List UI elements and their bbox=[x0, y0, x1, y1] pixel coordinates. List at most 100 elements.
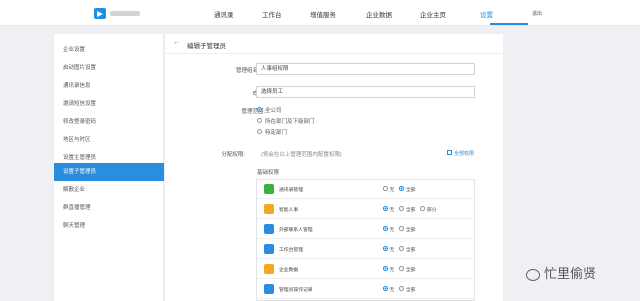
scope-label: 管理范围: bbox=[241, 109, 265, 115]
wechat-icon bbox=[526, 268, 540, 281]
permission-name: 企业数据 bbox=[279, 268, 299, 273]
permission-radio-option[interactable]: 全部 bbox=[399, 246, 416, 253]
sidebar-item-chat-management[interactable]: 聊天管理 bbox=[54, 217, 164, 235]
permissions-list: 通讯录管理无全部 智能人事无全部 部分 外部联系人管理无全部 工作台管理无全部 企业数据无… bbox=[256, 179, 475, 301]
log-icon bbox=[264, 284, 274, 294]
watermark: 忙里偷贤 bbox=[526, 263, 596, 282]
permission-radio-option[interactable]: 无 bbox=[383, 206, 395, 213]
permission-name: 智能人事 bbox=[279, 208, 299, 213]
permission-radio-option[interactable]: 全部 bbox=[399, 206, 416, 213]
nav-workbench[interactable]: 工作台 bbox=[262, 9, 282, 19]
edit-sub-admin-panel: ← 编辑子管理员 管理组名称: 人事组权限 成员: 选择员工 管理范围: 全公司… bbox=[165, 34, 503, 301]
checkbox-icon bbox=[447, 150, 452, 156]
radio-selected-icon bbox=[257, 107, 262, 113]
permission-option-label: 全部 bbox=[405, 268, 416, 273]
scope-option-own-department[interactable]: 所在部门及下级部门 bbox=[257, 117, 315, 125]
permission-radio-option[interactable]: 全部 bbox=[399, 286, 415, 293]
radio-icon bbox=[399, 226, 404, 231]
app-logo bbox=[94, 8, 106, 19]
data-icon bbox=[264, 264, 274, 274]
nav-enterprise-home[interactable]: 企业主页 bbox=[420, 9, 446, 19]
external-contacts-icon bbox=[264, 224, 274, 234]
workbench-icon bbox=[264, 244, 274, 254]
permission-row: 企业数据 无 全部 bbox=[257, 260, 474, 279]
nav-value-added[interactable]: 增值服务 bbox=[310, 9, 336, 19]
scope-option-specific-department[interactable]: 特定部门 bbox=[257, 128, 287, 136]
permission-option-label: 全部 bbox=[405, 228, 416, 233]
group-name-input[interactable]: 人事组权限 bbox=[256, 63, 475, 75]
permission-option-label: 无 bbox=[389, 268, 395, 273]
permission-radio-option[interactable]: 全部 bbox=[399, 186, 416, 193]
permission-option-label: 全部 bbox=[405, 188, 416, 193]
sidebar-item-startup-image[interactable]: 启动图片设置 bbox=[54, 59, 164, 77]
sidebar-item-enterprise-settings[interactable]: 企业设置 bbox=[54, 41, 164, 59]
permission-radio-option[interactable]: 无 bbox=[383, 226, 395, 233]
sidebar-item-region-timezone[interactable]: 地区与时区 bbox=[54, 131, 164, 149]
radio-selected-icon bbox=[399, 186, 404, 191]
radio-selected-icon bbox=[383, 266, 388, 271]
permission-name: 工作台管理 bbox=[279, 248, 303, 253]
permission-options: 无 全部 bbox=[383, 246, 420, 253]
sidebar-item-invite-sms[interactable]: 邀请短信设置 bbox=[54, 95, 164, 113]
nav-enterprise-data[interactable]: 企业数据 bbox=[366, 9, 392, 19]
sidebar-item-dissolve[interactable]: 解散企业 bbox=[54, 181, 164, 199]
sidebar-item-change-password[interactable]: 修改登录密码 bbox=[54, 113, 164, 131]
permission-option-label: 部分 bbox=[426, 208, 437, 213]
permission-options: 无 全部 bbox=[383, 286, 420, 293]
radio-selected-icon bbox=[383, 286, 388, 291]
permission-option-label: 全部 bbox=[405, 248, 416, 253]
panel-header: ← 编辑子管理员 bbox=[165, 34, 503, 54]
permission-options: 无 全部 bbox=[383, 186, 420, 193]
settings-sidebar: 企业设置 启动图片设置 通讯录信息 邀请短信设置 修改登录密码 地区与时区 设置… bbox=[54, 34, 164, 301]
radio-selected-icon bbox=[383, 206, 388, 211]
permission-row: 通讯录管理 无 全部 bbox=[257, 180, 474, 199]
permission-option-label: 全部 bbox=[405, 208, 416, 213]
members-label: 成员: bbox=[185, 89, 265, 97]
permission-radio-option[interactable]: 无 bbox=[383, 186, 395, 193]
basic-permissions-heading: 基础权限 bbox=[257, 170, 280, 176]
radio-icon bbox=[383, 186, 388, 191]
members-selector[interactable]: 选择员工 bbox=[256, 86, 475, 98]
sidebar-item-contacts-info[interactable]: 通讯录信息 bbox=[54, 77, 164, 95]
sidebar-item-sub-admin[interactable]: 设置子管理员 bbox=[54, 163, 164, 181]
radio-icon bbox=[399, 246, 404, 251]
active-tab-indicator bbox=[490, 23, 528, 25]
permission-radio-option[interactable]: 无 bbox=[383, 246, 394, 253]
radio-selected-icon bbox=[383, 246, 388, 251]
permission-row: 智能人事 无 全部 部分 bbox=[257, 200, 474, 219]
nav-settings[interactable]: 设置 bbox=[480, 9, 493, 19]
logout-link[interactable]: 退出 bbox=[532, 10, 542, 17]
organization-name-blurred bbox=[110, 11, 140, 16]
nav-contacts[interactable]: 通讯录 bbox=[214, 9, 234, 19]
permissions-hint: (将会在以上管理范围内配置权限) bbox=[261, 152, 342, 158]
permission-radio-option[interactable]: 无 bbox=[383, 286, 395, 293]
radio-icon bbox=[420, 206, 425, 211]
scope-option-company[interactable]: 全公司 bbox=[257, 106, 282, 114]
radio-icon bbox=[257, 118, 262, 124]
page-title: 编辑子管理员 bbox=[187, 43, 226, 50]
all-permissions-checkbox[interactable]: 全部权限 bbox=[447, 150, 474, 157]
top-navigation-bar: 通讯录 工作台 增值服务 企业数据 企业主页 设置 退出 bbox=[0, 0, 640, 26]
group-name-label: 管理组名称: bbox=[235, 68, 265, 74]
hr-icon bbox=[264, 204, 274, 214]
assign-permissions-label: 分配权限: bbox=[221, 152, 245, 158]
radio-icon bbox=[399, 266, 404, 271]
back-arrow-icon[interactable]: ← bbox=[173, 39, 180, 46]
permission-radio-option[interactable]: 全部 bbox=[399, 226, 416, 233]
radio-selected-icon bbox=[383, 226, 388, 231]
permission-options: 无 全部 bbox=[383, 266, 420, 273]
permission-radio-option[interactable]: 部分 bbox=[420, 206, 437, 213]
radio-icon bbox=[399, 206, 404, 211]
permission-option-label: 无 bbox=[389, 228, 395, 233]
permission-radio-option[interactable]: 无 bbox=[383, 266, 395, 273]
sidebar-item-live-management[interactable]: 群直播管理 bbox=[54, 199, 164, 217]
permission-radio-option[interactable]: 全部 bbox=[399, 266, 416, 273]
contacts-icon bbox=[264, 184, 274, 194]
permission-option-label: 无 bbox=[389, 208, 395, 213]
permission-row: 外部联系人管理 无 全部 bbox=[257, 220, 474, 239]
permission-option-label: 无 bbox=[389, 288, 395, 293]
permission-option-label: 无 bbox=[389, 188, 395, 193]
radio-icon bbox=[257, 129, 262, 135]
permission-options: 无 全部 部分 bbox=[383, 206, 442, 213]
permission-row: 管理员操作记录 无 全部 bbox=[257, 280, 474, 299]
